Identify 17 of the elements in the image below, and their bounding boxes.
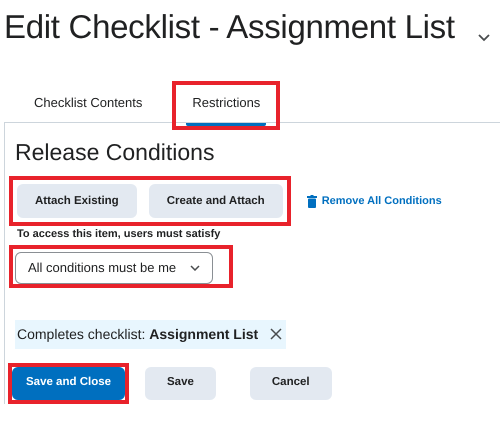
tab[interactable]: Restrictions <box>186 85 266 126</box>
chevron-down-icon[interactable] <box>478 34 490 42</box>
save-close-button[interactable]: Save and Close <box>12 366 126 400</box>
condition-select[interactable]: All conditions must be me <box>15 252 214 284</box>
trash-icon <box>306 194 317 208</box>
action-button[interactable]: Attach Existing <box>17 184 137 218</box>
field-label: To access this item, users must satisfy <box>17 227 222 242</box>
caret-icon <box>190 264 200 271</box>
condition-text: Completes checklist: Assignment List <box>17 324 258 344</box>
section-heading: Release Conditions <box>15 138 216 166</box>
footer-button[interactable]: Save <box>145 366 216 400</box>
close-icon[interactable] <box>270 328 282 340</box>
footer-button[interactable]: Cancel <box>250 366 332 400</box>
page-title: Edit Checklist - Assignment List <box>3 7 455 43</box>
action-button[interactable]: Create and Attach <box>148 184 283 218</box>
tab[interactable]: Checklist Contents <box>28 85 148 126</box>
remove-all-link[interactable]: Remove All Conditions <box>306 192 442 210</box>
